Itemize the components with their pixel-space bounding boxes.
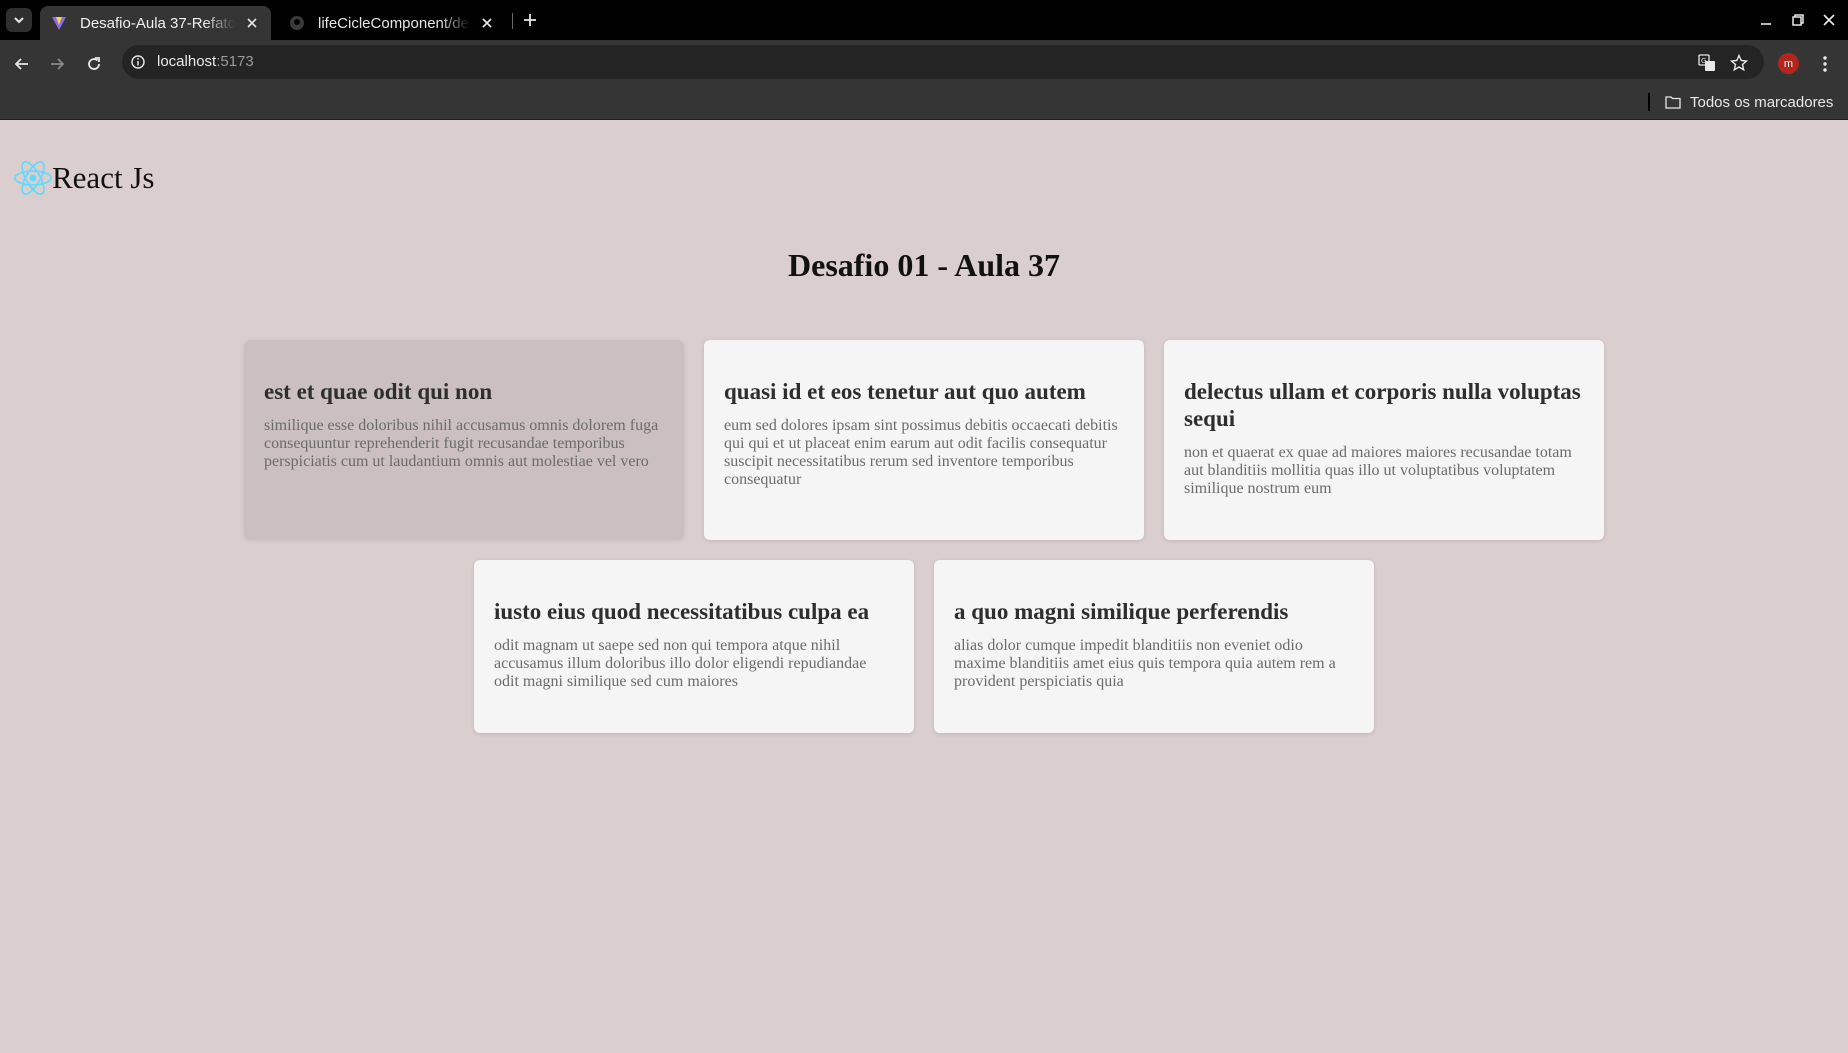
post-body: odit magnam ut saepe sed non qui tempora… — [494, 637, 867, 690]
more-vert-icon — [1823, 56, 1827, 72]
browser-toolbar: localhost:5173 G m — [0, 40, 1848, 86]
tab-title: lifeCicleComponent/desafio — [318, 14, 470, 32]
page-viewport: React Js Desafio 01 - Aula 37 est et qua… — [0, 121, 1848, 1053]
site-info-icon[interactable] — [128, 52, 148, 72]
post-body: similique esse doloribus nihil accusamus… — [264, 417, 659, 470]
folder-icon — [1664, 94, 1682, 110]
page-title: Desafio 01 - Aula 37 — [788, 247, 1060, 283]
post-title: delectus ullam et corporis nulla volupta… — [1184, 379, 1581, 431]
url-text[interactable]: localhost:5173 — [157, 53, 254, 70]
close-icon — [1823, 14, 1835, 26]
post-body: non et quaerat ex quae ad maiores maiore… — [1184, 444, 1572, 497]
tab-desafio[interactable]: Desafio-Aula 37-Refatoração — [40, 6, 271, 40]
post-title: iusto eius quod necessitatibus culpa ea — [494, 599, 870, 624]
address-bar[interactable]: localhost:5173 G — [122, 45, 1764, 79]
new-tab-button[interactable] — [517, 8, 543, 32]
brand-text: React Js — [52, 160, 155, 195]
arrow-left-icon — [14, 58, 28, 70]
chevron-down-icon — [14, 17, 24, 24]
profile-avatar[interactable]: m — [1778, 53, 1799, 74]
forward-button[interactable] — [44, 51, 70, 77]
menu-button[interactable] — [1814, 51, 1836, 77]
brand: React Js — [14, 159, 154, 197]
minimize-icon — [1761, 23, 1771, 25]
post-card[interactable]: est et quae odit qui non similique esse … — [244, 340, 684, 540]
post-card[interactable]: iusto eius quod necessitatibus culpa ea … — [474, 560, 914, 733]
url-host: localhost — [157, 53, 217, 70]
post-title: quasi id et eos tenetur aut quo autem — [724, 379, 1086, 404]
post-card[interactable]: delectus ullam et corporis nulla volupta… — [1164, 340, 1604, 540]
tab-title: Desafio-Aula 37-Refatoração — [80, 14, 235, 32]
close-tab-icon[interactable] — [241, 12, 263, 34]
tab-separator — [512, 13, 513, 29]
translate-icon[interactable]: G — [1696, 52, 1718, 74]
react-logo-icon — [14, 161, 52, 195]
bookmarks-separator — [1648, 93, 1650, 111]
post-title: a quo magni similique perferendis — [954, 599, 1289, 624]
restore-button[interactable] — [1785, 8, 1811, 32]
post-body: eum sed dolores ipsam sint possimus debi… — [724, 417, 1118, 488]
close-tab-icon[interactable] — [476, 12, 498, 34]
bookmark-star-icon[interactable] — [1728, 52, 1750, 74]
all-bookmarks-label: Todos os marcadores — [1690, 93, 1834, 111]
github-icon — [288, 14, 306, 32]
close-window-button[interactable] — [1816, 8, 1842, 32]
tab-strip: Desafio-Aula 37-Refatoração lifeCicleCom… — [0, 0, 1848, 40]
bookmarks-bar: Todos os marcadores — [0, 86, 1848, 120]
back-button[interactable] — [9, 51, 35, 77]
vite-icon — [50, 14, 68, 32]
tab-search-button[interactable] — [6, 8, 32, 32]
post-title: est et quae odit qui non — [264, 379, 493, 404]
post-card[interactable]: quasi id et eos tenetur aut quo autem eu… — [704, 340, 1144, 540]
post-card[interactable]: a quo magni similique perferendis alias … — [934, 560, 1374, 733]
url-port: :5173 — [216, 53, 254, 70]
arrow-right-icon — [51, 58, 65, 70]
plus-icon — [524, 14, 536, 26]
tab-github[interactable]: lifeCicleComponent/desafio — [278, 6, 506, 40]
minimize-button[interactable] — [1753, 8, 1779, 32]
restore-icon — [1792, 14, 1804, 26]
all-bookmarks-folder[interactable]: Todos os marcadores — [1664, 90, 1833, 114]
post-body: alias dolor cumque impedit blanditiis no… — [954, 637, 1336, 690]
reload-icon — [88, 57, 100, 70]
svg-text:G: G — [1701, 57, 1706, 65]
reload-button[interactable] — [81, 51, 107, 77]
